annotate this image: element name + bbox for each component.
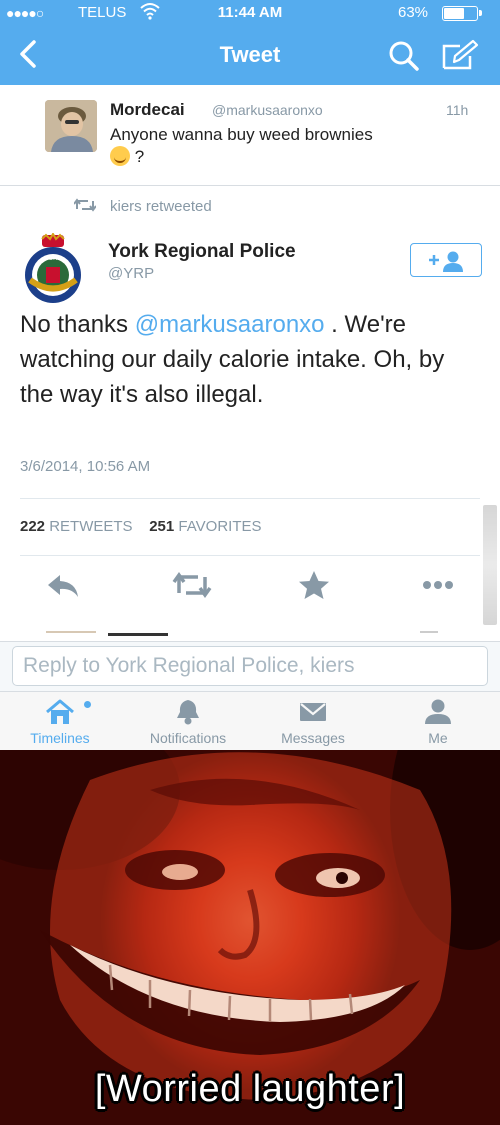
envelope-icon: [300, 703, 326, 721]
author-handle: @YRP: [108, 265, 155, 282]
next-tweet-peek: [0, 631, 500, 641]
page-title: Tweet: [219, 42, 281, 67]
tab-bar: Timelines Notifications Messages Me: [0, 691, 500, 750]
tab-timelines[interactable]: Timelines: [0, 692, 120, 750]
tab-label: Messages: [281, 730, 345, 746]
retweet-small-icon: [74, 198, 96, 212]
meme-caption: [Worried laughter]: [94, 1068, 406, 1110]
retweets-count: 222: [20, 518, 46, 535]
tweet-body: No thanks @markusaaronxo . We're watchin…: [20, 307, 480, 412]
favorites-label: FAVORITES: [178, 518, 262, 535]
unread-indicator: [84, 701, 91, 708]
retweet-context: kiers retweeted: [0, 195, 500, 219]
site-watermark: [483, 505, 497, 625]
retweeted-by-label[interactable]: kiers retweeted: [110, 198, 212, 215]
favorites-count: 251: [149, 518, 175, 535]
tab-me[interactable]: Me: [378, 692, 498, 750]
mention-link[interactable]: @markusaaronxo: [135, 311, 325, 338]
reply-arrow-icon[interactable]: [44, 569, 84, 601]
top-bar: ●●●●○ TELUS 11:44 AM 63% Tweet: [0, 0, 500, 85]
york-police-badge-avatar[interactable]: YORK: [20, 233, 86, 305]
tweet-text-tail: ?: [130, 147, 145, 166]
nav-bar: Tweet: [0, 28, 500, 84]
battery-fill: [444, 8, 464, 19]
tab-label: Me: [428, 730, 448, 746]
next-tweet-avatar-edge: [46, 631, 96, 641]
retweets-label: RETWEETS: [49, 518, 133, 535]
home-icon: [46, 699, 74, 724]
next-tweet-name-edge: [108, 633, 168, 636]
divider: [20, 555, 480, 556]
tab-notifications[interactable]: Notifications: [128, 692, 248, 750]
parent-tweet[interactable]: Mordecai @markusaaronxo 11h Anyone wanna…: [0, 86, 500, 186]
author-name[interactable]: Mordecai: [110, 100, 185, 120]
divider: [20, 498, 480, 499]
retweet-icon[interactable]: [172, 569, 212, 601]
battery-percent: 63%: [398, 4, 429, 21]
main-tweet: YORK York Regional Police @YRP No thanks…: [0, 225, 500, 635]
battery-icon: [442, 6, 482, 21]
follow-button[interactable]: [410, 243, 482, 277]
tab-messages[interactable]: Messages: [253, 692, 373, 750]
tweet-text-body: Anyone wanna buy weed brownies: [110, 125, 373, 144]
reply-input[interactable]: [12, 646, 488, 686]
reply-bar: [0, 641, 500, 691]
reaction-meme-image: [Worried laughter]: [0, 750, 500, 1125]
tweet-age: 11h: [446, 102, 469, 118]
tab-label: Timelines: [30, 730, 90, 746]
mordecai-avatar[interactable]: [45, 100, 97, 152]
favorite-star-icon[interactable]: [294, 569, 334, 601]
svg-text:YORK: YORK: [44, 256, 61, 262]
add-user-icon: [429, 251, 463, 272]
compose-icon[interactable]: [440, 38, 480, 74]
person-icon: [425, 699, 451, 724]
next-tweet-button-edge: [420, 631, 438, 641]
tweet-body-start: No thanks: [20, 311, 135, 338]
status-bar: ●●●●○ TELUS 11:44 AM 63%: [0, 0, 500, 26]
search-icon[interactable]: [386, 38, 422, 74]
tab-label: Notifications: [149, 730, 227, 746]
tweet-stats[interactable]: 222 RETWEETS 251 FAVORITES: [20, 518, 262, 535]
twitter-app-screen: ●●●●○ TELUS 11:44 AM 63% Tweet Mordecai …: [0, 0, 500, 750]
tweet-text: Anyone wanna buy weed brownies ?: [110, 124, 480, 168]
author-handle: @markusaaronxo: [212, 102, 323, 118]
tweet-timestamp: 3/6/2014, 10:56 AM: [20, 458, 151, 475]
grinning-emoji-icon: [110, 146, 130, 166]
author-name[interactable]: York Regional Police: [108, 241, 296, 263]
bell-icon: [177, 700, 199, 725]
more-options-icon[interactable]: [418, 569, 458, 601]
